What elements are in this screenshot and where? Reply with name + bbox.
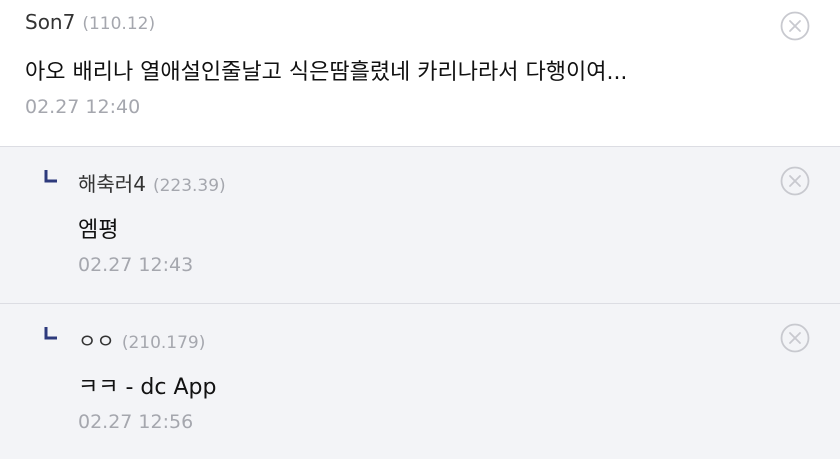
comment-header: ㅇㅇ (210.179) bbox=[78, 325, 840, 357]
comment-ip: (223.39) bbox=[152, 176, 226, 196]
comment-header: 해축러4 (223.39) bbox=[78, 168, 840, 200]
comment-item: Son7 (110.12) 아오 배리나 열애설인줄날고 식은땀흘렸네 카리나라… bbox=[0, 0, 840, 147]
comment-nickname[interactable]: Son7 bbox=[25, 10, 75, 34]
comment-date: 02.27 12:56 bbox=[78, 411, 194, 433]
close-circle-icon[interactable] bbox=[780, 11, 810, 41]
reply-arrow-icon bbox=[44, 170, 57, 183]
comment-nickname[interactable]: 해축러4 bbox=[78, 168, 146, 197]
reply-item: ㅇㅇ (210.179) ㅋㅋ - dc App 02.27 12:56 bbox=[0, 304, 840, 459]
comment-list: Son7 (110.12) 아오 배리나 열애설인줄날고 식은땀흘렸네 카리나라… bbox=[0, 0, 840, 459]
comment-ip: (210.179) bbox=[121, 333, 206, 353]
comment-header: Son7 (110.12) bbox=[25, 10, 840, 42]
comment-text: 아오 배리나 열애설인줄날고 식은땀흘렸네 카리나라서 다행이여... bbox=[25, 60, 628, 85]
comment-ip: (110.12) bbox=[82, 14, 156, 34]
close-circle-icon[interactable] bbox=[780, 166, 810, 196]
reply-arrow-icon bbox=[44, 327, 57, 340]
comment-nickname[interactable]: ㅇㅇ bbox=[78, 325, 115, 354]
reply-item: 해축러4 (223.39) 엠평 02.27 12:43 bbox=[0, 147, 840, 304]
close-circle-icon[interactable] bbox=[780, 323, 810, 353]
comment-text: 엠평 bbox=[78, 218, 119, 243]
comment-text: ㅋㅋ - dc App bbox=[78, 375, 217, 400]
comment-date: 02.27 12:40 bbox=[25, 96, 141, 118]
comment-date: 02.27 12:43 bbox=[78, 254, 194, 276]
